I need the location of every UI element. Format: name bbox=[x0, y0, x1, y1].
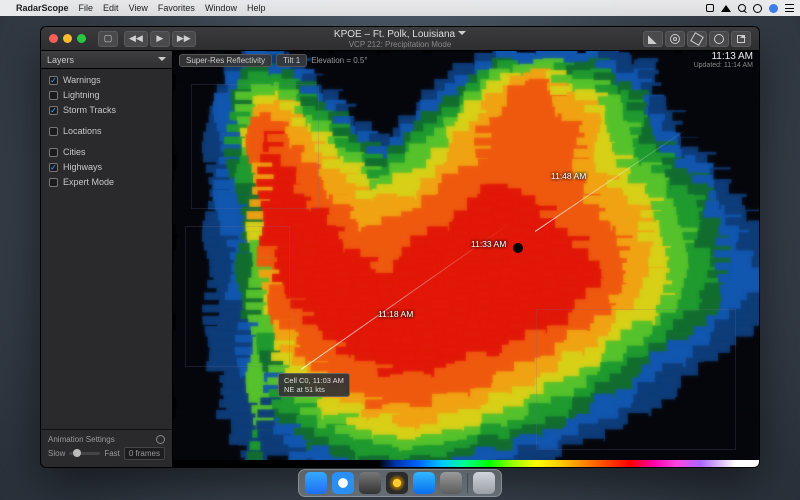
track-point-3: 11:18 AM bbox=[378, 309, 413, 319]
chevron-down-icon bbox=[155, 55, 166, 65]
draw-button[interactable] bbox=[643, 31, 663, 47]
storm-cell-tooltip: Cell C0, 11:03 AM NE at 51 kts bbox=[278, 373, 350, 397]
playback-controls: ◀◀ ▶ ▶▶ bbox=[124, 31, 196, 47]
layer-toggle-highways[interactable]: Highways bbox=[49, 162, 164, 172]
slider-thumb[interactable] bbox=[73, 449, 81, 457]
dock-launchpad[interactable] bbox=[359, 472, 381, 494]
checkbox-icon bbox=[49, 91, 58, 100]
scan-time: 11:13 AM bbox=[694, 52, 753, 62]
user-switch-icon[interactable] bbox=[753, 4, 762, 13]
play-button[interactable]: ▶ bbox=[150, 31, 170, 47]
dock-sysprefs[interactable] bbox=[440, 472, 462, 494]
wifi-icon[interactable] bbox=[721, 5, 731, 12]
target-icon bbox=[670, 34, 680, 44]
window-close-button[interactable] bbox=[49, 34, 58, 43]
gear-icon[interactable] bbox=[156, 435, 165, 444]
dock-appstore[interactable] bbox=[413, 472, 435, 494]
menu-help[interactable]: Help bbox=[247, 3, 266, 13]
track-point-2: 11:33 AM bbox=[471, 239, 506, 249]
animation-settings-label: Animation Settings bbox=[48, 435, 115, 444]
layer-label: Warnings bbox=[63, 75, 101, 85]
county-outline bbox=[536, 309, 735, 450]
menu-window[interactable]: Window bbox=[205, 3, 237, 13]
layer-toggle-lightning[interactable]: Lightning bbox=[49, 90, 164, 100]
menu-view[interactable]: View bbox=[129, 3, 148, 13]
track-point-1: 11:48 AM bbox=[551, 171, 586, 181]
rewind-button[interactable]: ◀◀ bbox=[124, 31, 148, 47]
mac-menubar: RadarScope File Edit View Favorites Wind… bbox=[0, 0, 800, 16]
dock-trash[interactable] bbox=[473, 472, 495, 494]
sidebar-toggle-button[interactable]: ▢ bbox=[98, 31, 118, 47]
checkbox-icon bbox=[49, 148, 58, 157]
layer-toggle-cities[interactable]: Cities bbox=[49, 147, 164, 157]
speed-slider[interactable] bbox=[69, 452, 100, 455]
tilt-selector[interactable]: Tilt 1 bbox=[276, 54, 307, 67]
layer-label: Cities bbox=[63, 147, 86, 157]
county-outline bbox=[185, 226, 290, 367]
dock-radarscope[interactable] bbox=[386, 472, 408, 494]
checkbox-icon bbox=[49, 76, 58, 85]
window-zoom-button[interactable] bbox=[77, 34, 86, 43]
window-minimize-button[interactable] bbox=[63, 34, 72, 43]
cell-motion: NE at 51 kts bbox=[284, 385, 344, 394]
measure-button[interactable] bbox=[687, 31, 707, 47]
mac-dock bbox=[298, 469, 502, 497]
radar-site-marker bbox=[513, 243, 523, 253]
user-icon bbox=[714, 34, 724, 44]
layer-label: Locations bbox=[63, 126, 102, 136]
updated-time: Updated: 11:14 AM bbox=[694, 62, 753, 69]
spotlight-icon[interactable] bbox=[738, 4, 746, 12]
dbz-color-scale bbox=[173, 460, 759, 467]
layer-toggle-expert-mode[interactable]: Expert Mode bbox=[49, 177, 164, 187]
product-selector[interactable]: Super-Res Reflectivity bbox=[179, 54, 272, 67]
frames-readout: 0 frames bbox=[124, 447, 165, 460]
menu-edit[interactable]: Edit bbox=[103, 3, 119, 13]
fast-label: Fast bbox=[104, 449, 120, 458]
menubar-app-name[interactable]: RadarScope bbox=[16, 3, 69, 13]
pencil-icon bbox=[648, 34, 658, 44]
share-icon bbox=[737, 35, 745, 43]
checkbox-icon bbox=[49, 127, 58, 136]
checkbox-icon bbox=[49, 106, 58, 115]
locate-button[interactable] bbox=[665, 31, 685, 47]
station-title[interactable]: KPOE – Ft. Polk, Louisiana bbox=[334, 29, 455, 40]
county-outline bbox=[191, 84, 320, 209]
menu-extras-icon[interactable] bbox=[785, 4, 794, 12]
layer-label: Expert Mode bbox=[63, 177, 114, 187]
layers-header[interactable]: Layers bbox=[41, 51, 172, 69]
app-window: ▢ ◀◀ ▶ ▶▶ KPOE – Ft. Polk, Louisiana VCP… bbox=[40, 26, 760, 468]
menu-favorites[interactable]: Favorites bbox=[158, 3, 195, 13]
ruler-icon bbox=[690, 32, 704, 46]
dock-separator bbox=[467, 473, 468, 493]
layer-label: Lightning bbox=[63, 90, 100, 100]
layers-sidebar: Layers Warnings Lightning Storm Tracks Loca… bbox=[41, 51, 173, 467]
titlebar: ▢ ◀◀ ▶ ▶▶ KPOE – Ft. Polk, Louisiana VCP… bbox=[41, 27, 759, 51]
layer-toggle-warnings[interactable]: Warnings bbox=[49, 75, 164, 85]
layers-header-label: Layers bbox=[47, 55, 74, 65]
layer-list: Warnings Lightning Storm Tracks Locations Ci… bbox=[41, 69, 172, 199]
fast-forward-button[interactable]: ▶▶ bbox=[172, 31, 196, 47]
checkbox-icon bbox=[49, 178, 58, 187]
account-button[interactable] bbox=[709, 31, 729, 47]
layer-label: Highways bbox=[63, 162, 102, 172]
share-button[interactable] bbox=[731, 31, 751, 47]
elevation-label: Elevation = 0.5° bbox=[311, 56, 367, 65]
checkbox-icon bbox=[49, 163, 58, 172]
layer-label: Storm Tracks bbox=[63, 105, 116, 115]
radar-panel[interactable]: Super-Res Reflectivity Tilt 1 Elevation … bbox=[173, 51, 759, 467]
layer-toggle-locations[interactable]: Locations bbox=[49, 126, 164, 136]
volume-icon[interactable] bbox=[706, 4, 714, 12]
menu-file[interactable]: File bbox=[79, 3, 94, 13]
dock-finder[interactable] bbox=[305, 472, 327, 494]
layer-toggle-storm-tracks[interactable]: Storm Tracks bbox=[49, 105, 164, 115]
cell-title: Cell C0, 11:03 AM bbox=[284, 376, 344, 385]
slow-label: Slow bbox=[48, 449, 65, 458]
sidebar-icon: ▢ bbox=[104, 33, 113, 44]
dock-safari[interactable] bbox=[332, 472, 354, 494]
station-dropdown-icon[interactable] bbox=[455, 29, 466, 40]
notification-center-icon[interactable] bbox=[769, 4, 778, 13]
